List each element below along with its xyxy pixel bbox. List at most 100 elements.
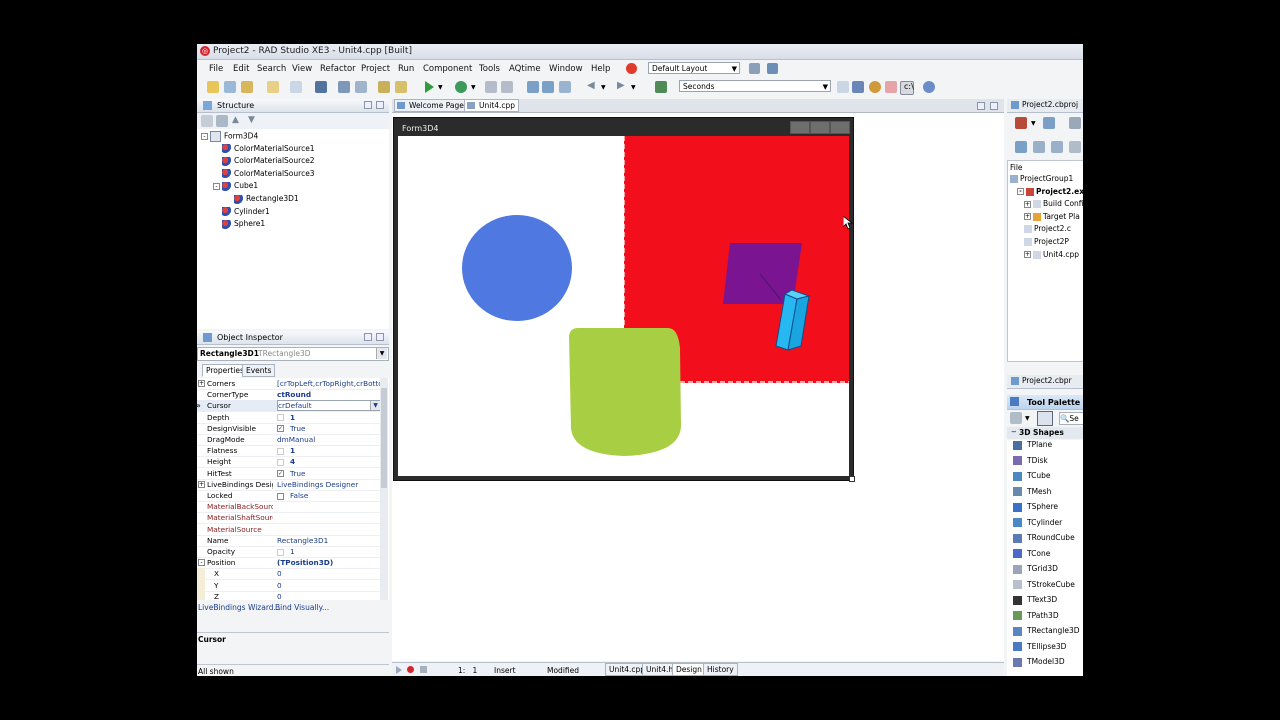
palette-item[interactable]: TPath3D — [1013, 611, 1059, 620]
structure-list-icon[interactable] — [216, 115, 228, 127]
viewport3d[interactable] — [398, 136, 849, 476]
property-row[interactable]: X0 — [197, 568, 380, 581]
property-row[interactable]: Name Rectangle3D1 — [197, 535, 380, 547]
close-file-icon[interactable] — [355, 81, 367, 93]
property-row[interactable]: » Cursor crDefault ▼ — [197, 400, 382, 413]
property-value[interactable]: LiveBindings Designer — [277, 479, 380, 490]
run-to-cursor-icon[interactable] — [559, 81, 571, 93]
property-value[interactable]: ctRound — [277, 389, 380, 400]
open-icon[interactable] — [267, 81, 279, 93]
tree-expander-icon[interactable]: + — [1024, 251, 1031, 259]
property-value[interactable]: dmManual — [277, 434, 380, 445]
menu-search[interactable]: Search — [257, 64, 286, 74]
palette-item[interactable]: TStrokeCube — [1013, 580, 1075, 589]
chevron-down-icon[interactable]: ▼ — [376, 348, 387, 359]
property-row[interactable]: Depth 1 — [197, 412, 380, 424]
tab-welcome-page[interactable]: Welcome Page — [394, 99, 468, 112]
save-icon[interactable] — [315, 81, 327, 93]
tree-item[interactable]: Sphere1 — [213, 219, 265, 229]
layout-combo[interactable]: Default Layout ▼ — [648, 62, 740, 74]
open-project-icon[interactable] — [241, 81, 253, 93]
new-items-icon[interactable] — [224, 81, 236, 93]
green-cylinder[interactable] — [569, 328, 681, 456]
forward-dropdown-icon[interactable]: ▼ — [631, 84, 636, 91]
palette-item[interactable]: TEllipse3D — [1013, 642, 1066, 651]
tree-expander-icon[interactable]: + — [1024, 200, 1031, 208]
property-value[interactable]: crDefault ▼ — [277, 400, 382, 412]
tree-item[interactable]: Cylinder1 — [213, 207, 270, 217]
run-dropdown-icon[interactable]: ▼ — [438, 84, 443, 91]
property-row[interactable]: - Position (TPosition3D) — [197, 557, 380, 570]
close-icon[interactable] — [376, 333, 384, 341]
activate-icon[interactable] — [1015, 117, 1027, 129]
project-tree-item[interactable]: Project2P — [1024, 237, 1069, 246]
property-scrollbar[interactable] — [380, 378, 388, 600]
palette-icon[interactable] — [869, 81, 881, 93]
tree-expander-icon[interactable]: - — [213, 182, 220, 190]
blue-sphere[interactable] — [462, 215, 572, 321]
palette-item[interactable]: TSphere — [1013, 502, 1058, 512]
minimize-button[interactable] — [790, 121, 810, 134]
menu-file[interactable]: File — [209, 64, 223, 74]
property-row[interactable]: Height 4 — [197, 456, 380, 469]
pointer-tool-icon[interactable] — [1037, 411, 1053, 426]
property-row[interactable]: CornerType ctRound — [197, 389, 380, 402]
new-icon[interactable] — [207, 81, 219, 93]
palette-item[interactable]: TModel3D — [1013, 657, 1065, 667]
palette-item[interactable]: TCylinder — [1013, 518, 1062, 527]
palette-search-input[interactable]: 🔍Se — [1059, 412, 1083, 425]
tree-item[interactable]: - Cube1 — [213, 181, 258, 191]
remove-project-icon[interactable] — [1069, 117, 1081, 129]
close-button[interactable] — [830, 121, 850, 134]
property-value[interactable]: 1 — [277, 546, 380, 557]
project-tree-item[interactable]: - Project2.exe — [1017, 187, 1083, 196]
menu-window[interactable]: Window — [549, 64, 583, 74]
checkbox-checked-icon[interactable]: ✓ — [277, 470, 284, 478]
property-row[interactable]: HitTest ✓ True — [197, 468, 380, 480]
doc-icon[interactable] — [837, 81, 849, 93]
menu-aqtime[interactable]: AQtime — [509, 64, 541, 74]
chevron-down-icon[interactable]: ▼ — [370, 401, 380, 411]
tree-item[interactable]: ColorMaterialSource1 — [213, 144, 315, 154]
pin-icon[interactable] — [364, 333, 372, 341]
resize-handle[interactable] — [849, 476, 855, 482]
bottom-tab-design[interactable]: Design — [672, 663, 706, 676]
project-manager-tab[interactable]: Project2.cbproj — [1022, 100, 1078, 109]
property-value[interactable]: [crTopLeft,crTopRight,crBottc — [277, 378, 380, 389]
close-tab-icon[interactable] — [990, 102, 998, 110]
stop-icon[interactable] — [501, 81, 513, 93]
property-row[interactable]: Flatness 1 — [197, 445, 380, 458]
pause-icon[interactable] — [485, 81, 497, 93]
property-expander-icon[interactable]: - — [198, 559, 205, 567]
property-row[interactable]: +LiveBindings DesignerLiveBindings Desig… — [197, 479, 380, 491]
run-without-debugging-icon[interactable] — [455, 81, 467, 93]
palette-item[interactable]: TRoundCube — [1013, 533, 1075, 543]
property-value[interactable]: 0 — [277, 580, 380, 591]
palette-item[interactable]: TDisk — [1013, 456, 1048, 465]
stop-macro-icon[interactable] — [420, 666, 427, 673]
tree-item[interactable]: ColorMaterialSource3 — [213, 169, 315, 179]
property-row[interactable]: Locked False — [197, 490, 380, 502]
project-tree-item[interactable]: Project2.c — [1024, 224, 1071, 234]
palette-item[interactable]: TRectangle3D — [1013, 626, 1080, 636]
palette-item[interactable]: TText3D — [1013, 595, 1057, 605]
livebindings-wizard-link[interactable]: LiveBindings Wizard... — [198, 603, 281, 612]
trace-into-icon[interactable] — [527, 81, 539, 93]
palette-list-icon[interactable] — [1010, 412, 1022, 424]
checkbox-checked-icon[interactable]: ✓ — [277, 425, 284, 433]
form3d4-window[interactable]: Form3D4 — [393, 117, 855, 482]
project-tree-item[interactable]: + Target Pla — [1024, 212, 1080, 221]
project-tree-item[interactable]: ProjectGroup1 — [1010, 174, 1073, 183]
property-row[interactable]: Z0 — [197, 590, 380, 600]
project-tree-item[interactable]: + Build Config — [1024, 199, 1083, 209]
project-tree-item[interactable]: + Unit4.cpp — [1024, 250, 1079, 259]
tree-expander-icon[interactable]: - — [201, 133, 208, 140]
palette-item[interactable]: TCube — [1013, 471, 1051, 481]
property-value[interactable]: ✓ True — [277, 423, 380, 434]
expand-icon[interactable] — [1033, 141, 1045, 153]
list-icon[interactable] — [852, 81, 864, 93]
back-dropdown-icon[interactable]: ▼ — [601, 84, 606, 91]
menu-component[interactable]: Component — [423, 64, 472, 74]
property-value[interactable]: False — [277, 490, 380, 501]
property-value[interactable]: 0 — [277, 568, 380, 579]
